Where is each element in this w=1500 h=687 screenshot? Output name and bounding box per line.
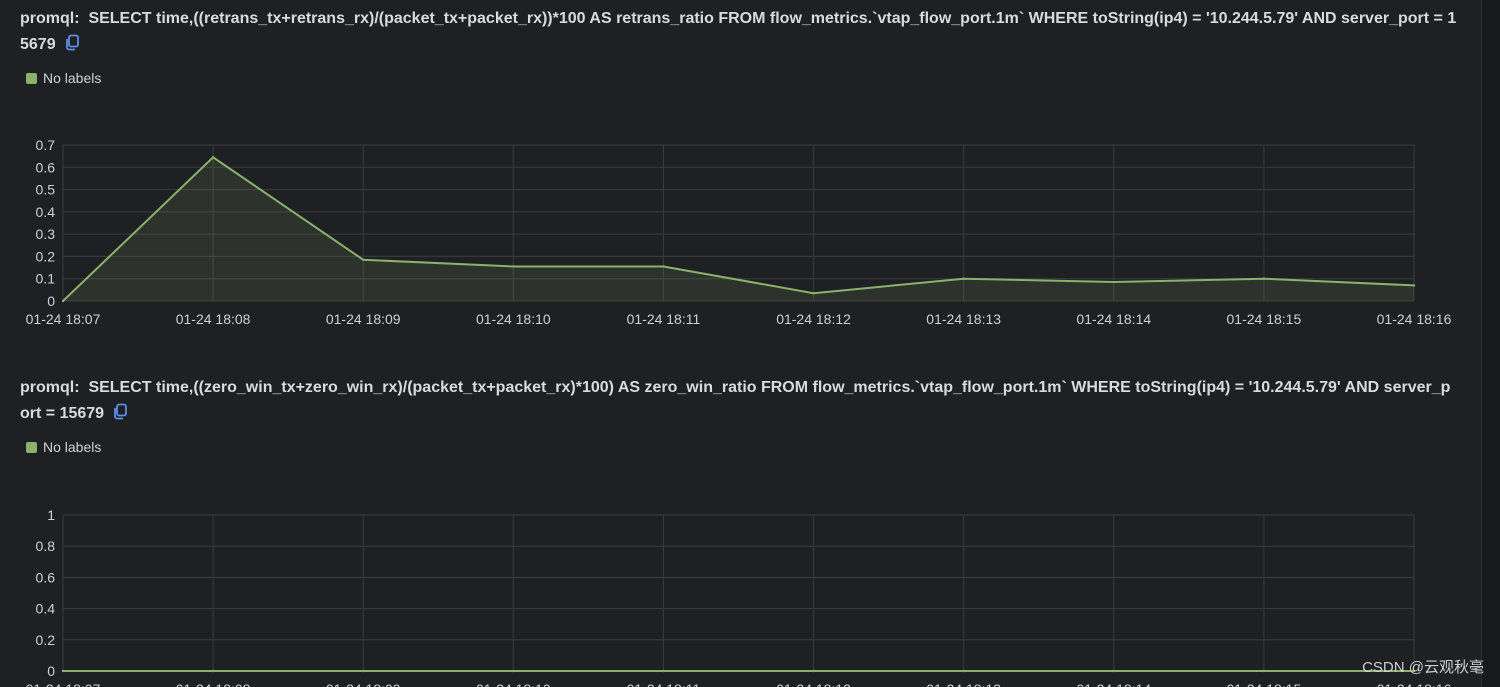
x-tick-label: 01-24 18:09 xyxy=(326,311,401,327)
y-tick-label: 0.3 xyxy=(36,226,56,242)
x-tick-label: 01-24 18:16 xyxy=(1377,681,1452,687)
x-tick-label: 01-24 18:12 xyxy=(776,311,851,327)
y-tick-label: 0.5 xyxy=(36,182,56,198)
y-tick-label: 0 xyxy=(47,293,55,309)
x-tick-label: 01-24 18:08 xyxy=(176,681,251,687)
x-tick-label: 01-24 18:15 xyxy=(1227,311,1302,327)
x-tick-label: 01-24 18:11 xyxy=(627,681,701,687)
x-tick-label: 01-24 18:14 xyxy=(1076,681,1151,687)
x-tick-label: 01-24 18:10 xyxy=(476,311,551,327)
data-point xyxy=(812,669,815,673)
x-tick-label: 01-24 18:07 xyxy=(26,681,101,687)
y-tick-label: 1 xyxy=(47,507,55,523)
chart-1: 0 0.1 0.2 0.3 0.4 0.5 0.6 0.7 01-24 18:07 01-24 1… xyxy=(26,137,1452,327)
data-point xyxy=(812,292,815,295)
data-point xyxy=(211,156,215,159)
data-point xyxy=(662,265,665,268)
chart-2: 0 0.2 0.4 0.6 0.8 1 01-24 18:07 01-24 18:08 01-2… xyxy=(26,507,1452,687)
data-point xyxy=(61,669,65,673)
y-tick-label: 0.7 xyxy=(36,137,56,153)
x-tick-label: 01-24 18:08 xyxy=(176,311,251,327)
data-point xyxy=(1412,284,1416,287)
x-tick-label: 01-24 18:11 xyxy=(627,311,701,327)
data-point xyxy=(662,669,665,673)
data-point xyxy=(962,669,965,673)
y-tick-label: 0.6 xyxy=(36,569,56,585)
y-tick-label: 0.2 xyxy=(36,248,56,264)
x-tick-label: 01-24 18:09 xyxy=(326,681,401,687)
data-point xyxy=(512,265,515,268)
x-tick-label: 01-24 18:13 xyxy=(926,681,1001,687)
data-point xyxy=(512,669,515,673)
charts-canvas[interactable]: 0 0.1 0.2 0.3 0.4 0.5 0.6 0.7 01-24 18:07 01-24 1… xyxy=(0,0,1500,687)
y-tick-label: 0.8 xyxy=(36,538,56,554)
data-point xyxy=(362,669,365,673)
x-tick-label: 01-24 18:12 xyxy=(776,681,851,687)
data-point xyxy=(1262,669,1266,673)
x-tick-label: 01-24 18:16 xyxy=(1377,311,1452,327)
y-tick-label: 0.1 xyxy=(36,271,56,287)
y-tick-label: 0.4 xyxy=(36,601,56,617)
x-tick-label: 01-24 18:07 xyxy=(26,311,101,327)
x-tick-label: 01-24 18:15 xyxy=(1227,681,1302,687)
x-tick-label: 01-24 18:13 xyxy=(926,311,1001,327)
watermark: CSDN @云观秋毫 xyxy=(1362,659,1484,676)
metrics-page: promql: SELECT time,((retrans_tx+retrans… xyxy=(0,0,1500,687)
y-tick-label: 0 xyxy=(47,663,55,679)
data-point xyxy=(962,277,965,280)
data-point xyxy=(61,299,65,303)
y-tick-label: 0.4 xyxy=(36,204,56,220)
y-tick-label: 0.2 xyxy=(36,632,56,648)
x-tick-label: 01-24 18:14 xyxy=(1076,311,1151,327)
data-point xyxy=(1112,669,1115,673)
x-tick-label: 01-24 18:10 xyxy=(476,681,551,687)
data-point xyxy=(211,669,215,673)
data-point xyxy=(1112,280,1115,284)
vertical-scrollbar[interactable] xyxy=(1481,0,1500,687)
data-point xyxy=(362,258,365,261)
data-point xyxy=(1262,277,1266,280)
y-tick-label: 0.6 xyxy=(36,159,56,175)
